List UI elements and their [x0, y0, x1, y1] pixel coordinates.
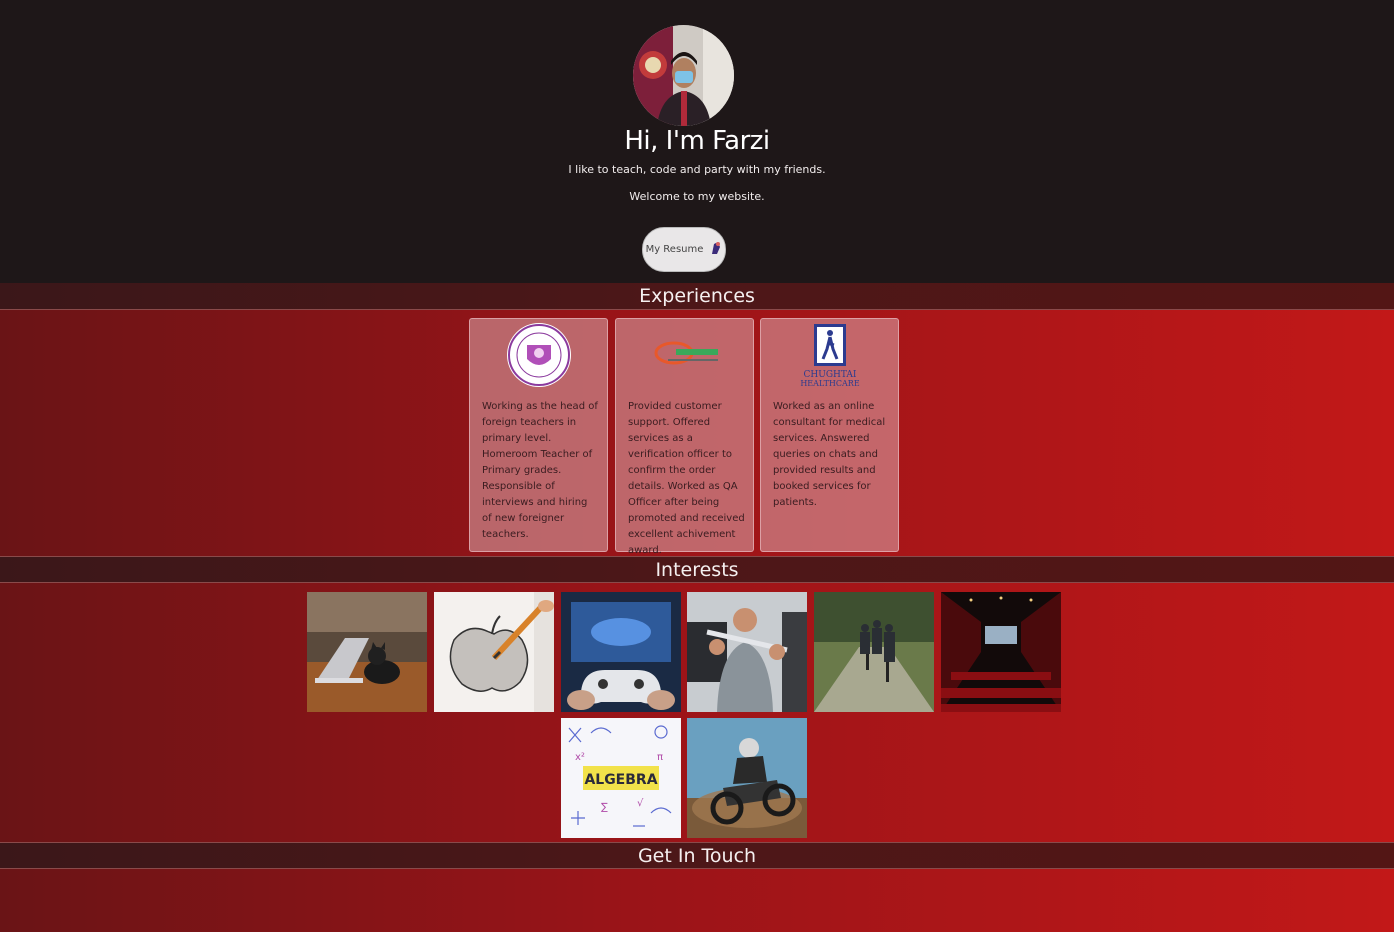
experience-description: Worked as an online consultant for medic… — [773, 401, 886, 508]
motocross-image — [687, 718, 807, 838]
experiences-heading: Experiences — [0, 283, 1394, 310]
hero-welcome: Welcome to my website. — [629, 190, 765, 203]
algebra-math-image: ALGEBRA x² π ∑ √ — [561, 718, 681, 838]
experience-description: Working as the head of foreign teachers … — [482, 401, 598, 540]
hiking-image — [814, 592, 934, 712]
cat-laptop-image — [307, 592, 427, 712]
hero-heading: Hi, I'm Farzi — [624, 126, 770, 156]
resume-button[interactable]: My Resume — [642, 227, 726, 272]
profile-avatar — [633, 25, 734, 126]
chughtai-healthcare-logo: CHUGHTAI HEALTHCARE — [761, 319, 900, 391]
gaming-controller-image — [561, 592, 681, 712]
hero-tagline: I like to teach, code and party with my … — [568, 163, 826, 176]
cinema-image — [941, 592, 1061, 712]
interests-heading: Interests — [0, 556, 1394, 583]
get-in-touch-heading: Get In Touch — [0, 842, 1394, 869]
experience-card: CHUGHTAI HEALTHCARE Worked as an online … — [760, 318, 899, 552]
gym-workout-image — [687, 592, 807, 712]
svg-text:ALGEBRA: ALGEBRA — [584, 772, 657, 788]
company-logo — [616, 319, 755, 391]
school-seal-logo — [470, 319, 609, 391]
resume-label: My Resume — [645, 244, 704, 255]
experience-card: Provided customer support. Offered servi… — [615, 318, 755, 556]
resume-icon — [709, 241, 722, 258]
svg-text:√: √ — [637, 798, 644, 809]
hero-section: Hi, I'm Farzi I like to teach, code and … — [0, 0, 1394, 283]
svg-text:x²: x² — [575, 752, 585, 763]
experience-description: Provided customer support. Offered servi… — [628, 401, 745, 556]
apple-sketch-image — [434, 592, 554, 712]
svg-text:∑: ∑ — [601, 802, 608, 813]
svg-text:π: π — [657, 752, 663, 763]
logo-text-2: HEALTHCARE — [800, 379, 859, 388]
experience-card: Working as the head of foreign teachers … — [469, 318, 608, 552]
